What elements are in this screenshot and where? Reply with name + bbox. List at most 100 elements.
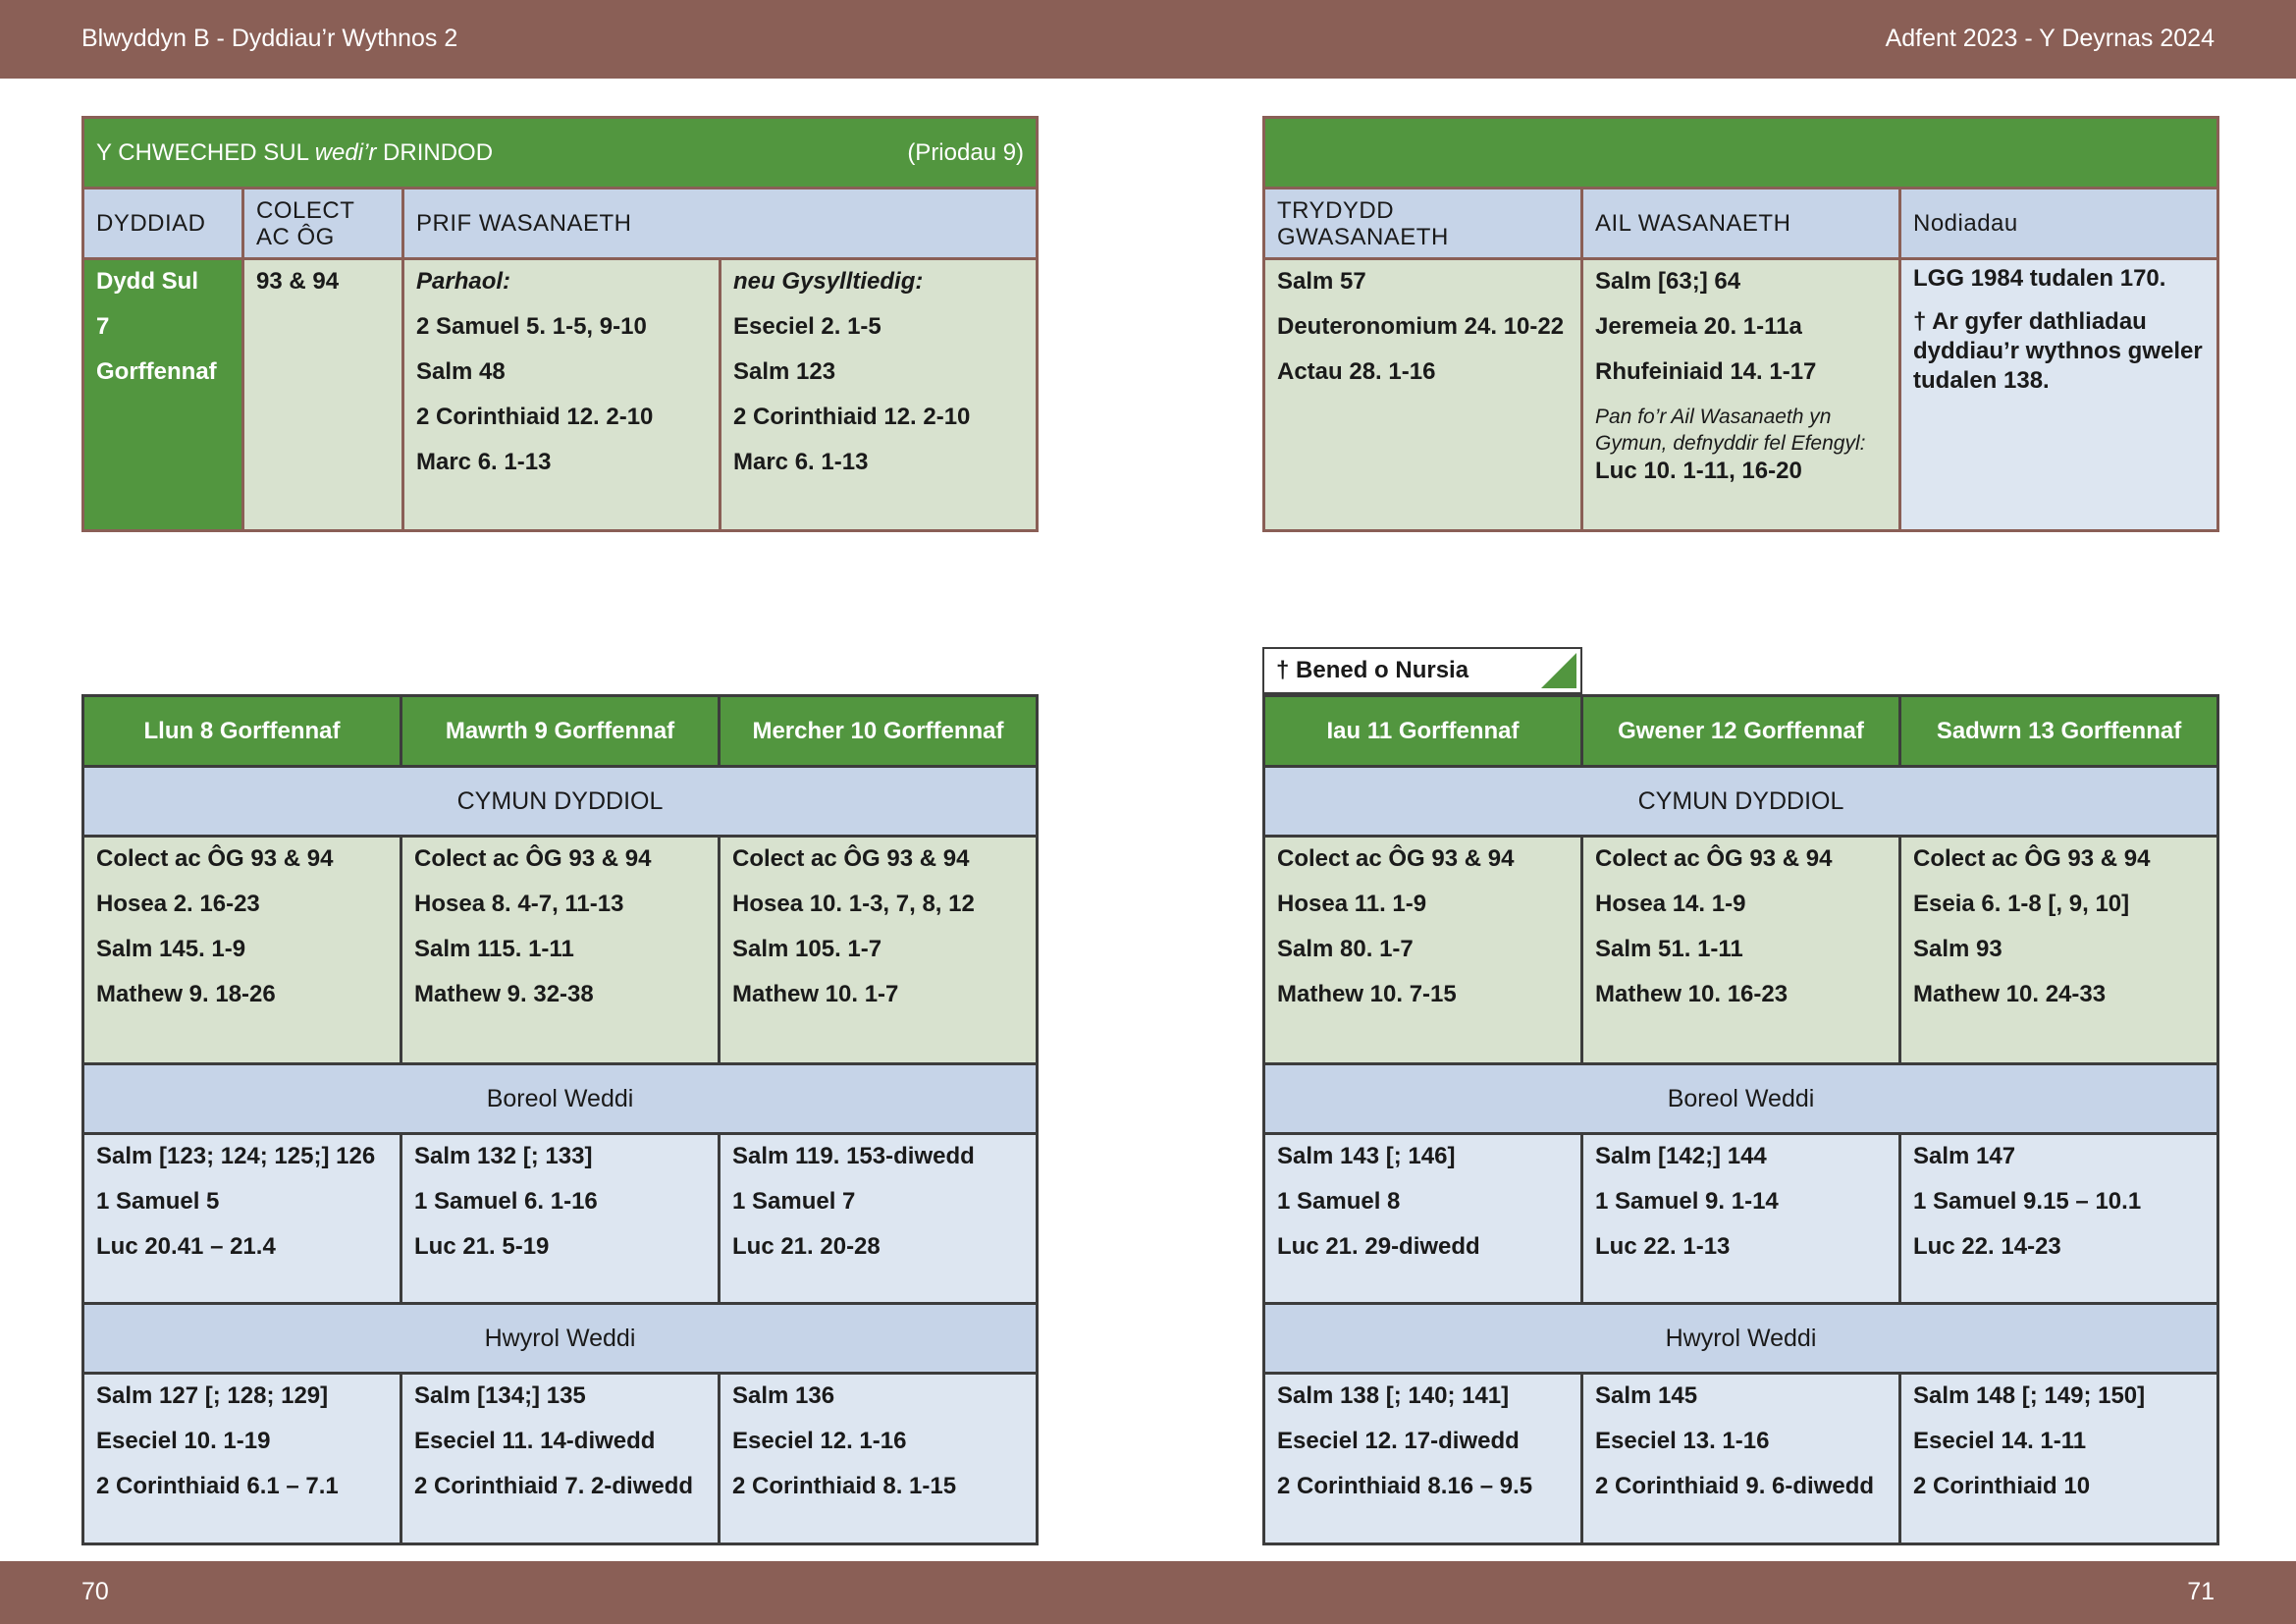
section-evening: Hwyrol Weddi xyxy=(81,1302,1039,1375)
eucharist-cell: Colect ac ÔG 93 & 94 Hosea 2. 16-23 Salm… xyxy=(81,835,402,1065)
header-second-service: AIL WASANAETH xyxy=(1580,187,1901,260)
reading: 2 Corinthiaid 9. 6-diwedd xyxy=(1595,1473,1875,1499)
reading: 1 Samuel 9. 1-14 xyxy=(1595,1188,1779,1215)
reading: Mathew 10. 16-23 xyxy=(1595,981,1789,1007)
related-readings-cell: neu Gysylltiedig: Eseciel 2. 1-5 Salm 12… xyxy=(718,257,1040,532)
day-header: Sadwrn 13 Gorffennaf xyxy=(1898,694,2219,768)
section-eucharist: CYMUN DYDDIOL xyxy=(1262,765,2219,838)
sunday-title: Y CHWECHED SUL wedi’r DRINDOD (Priodau 9… xyxy=(80,116,1040,189)
reading: Eseciel 12. 1-16 xyxy=(732,1428,907,1454)
reading: Luc 20.41 – 21.4 xyxy=(96,1233,276,1260)
reading: Luc 21. 20-28 xyxy=(732,1233,881,1260)
services-title-bar xyxy=(1262,116,2219,189)
reading: Salm 136 xyxy=(732,1382,835,1409)
reading: 2 Corinthiaid 12. 2-10 xyxy=(733,404,971,430)
sunday-table: Y CHWECHED SUL wedi’r DRINDOD (Priodau 9… xyxy=(80,116,1040,532)
reading: Salm [123; 124; 125;] 126 xyxy=(96,1143,376,1169)
sunday-title-part: DRINDOD xyxy=(376,138,494,166)
reading: Salm 105. 1-7 xyxy=(732,936,882,962)
reading: Rhufeiniaid 14. 1-17 xyxy=(1595,358,1817,385)
note: † Ar gyfer dathliadau dyddiau’r wythnos … xyxy=(1913,308,2203,394)
reading: Eseciel 11. 14-diwedd xyxy=(414,1428,656,1454)
reading: 1 Samuel 7 xyxy=(732,1188,856,1215)
reading: 2 Corinthiaid 7. 2-diwedd xyxy=(414,1473,694,1499)
reading: Hosea 14. 1-9 xyxy=(1595,891,1746,917)
section-evening: Hwyrol Weddi xyxy=(1262,1302,2219,1375)
reading: Hosea 10. 1-3, 7, 8, 12 xyxy=(732,891,975,917)
evening-cell: Salm 148 [; 149; 150] Eseciel 14. 1-11 2… xyxy=(1898,1372,2219,1545)
sunday-date-cell: Dydd Sul 7 Gorffennaf xyxy=(81,257,244,532)
day-header: Iau 11 Gorffennaf xyxy=(1262,694,1583,768)
reading: Salm 148 [; 149; 150] xyxy=(1913,1382,2146,1409)
reading: Colect ac ÔG 93 & 94 xyxy=(732,845,970,872)
reading: 1 Samuel 8 xyxy=(1277,1188,1401,1215)
reading: Hosea 11. 1-9 xyxy=(1277,891,1427,917)
section-morning: Boreol Weddi xyxy=(1262,1062,2219,1135)
reading: 2 Corinthiaid 6.1 – 7.1 xyxy=(96,1473,339,1499)
reading: Mathew 9. 32-38 xyxy=(414,981,594,1007)
reading: Mathew 9. 18-26 xyxy=(96,981,276,1007)
reading: Colect ac ÔG 93 & 94 xyxy=(1913,845,2151,872)
header-left-title: Blwyddyn B - Dyddiau’r Wythnos 2 xyxy=(81,25,458,52)
reading-label: Parhaol: xyxy=(416,268,511,295)
corner-triangle-icon xyxy=(1541,653,1576,688)
reading: Salm 80. 1-7 xyxy=(1277,936,1414,962)
page-number-right: 71 xyxy=(2187,1578,2215,1605)
weekday-table-left: Llun 8 Gorffennaf Mawrth 9 Gorffennaf Me… xyxy=(81,694,1039,1545)
note: LGG 1984 tudalen 170. xyxy=(1913,265,2166,292)
reading: Luc 21. 5-19 xyxy=(414,1233,550,1260)
reading: Salm 48 xyxy=(416,358,506,385)
reading: Salm 51. 1-11 xyxy=(1595,936,1743,962)
reading-label: neu Gysylltiedig: xyxy=(733,268,924,295)
third-service-cell: Salm 57 Deuteronomium 24. 10-22 Actau 28… xyxy=(1262,257,1583,532)
reading: 1 Samuel 9.15 – 10.1 xyxy=(1913,1188,2142,1215)
evening-cell: Salm [134;] 135 Eseciel 11. 14-diwedd 2 … xyxy=(400,1372,721,1545)
reading: 2 Samuel 5. 1-5, 9-10 xyxy=(416,313,647,340)
morning-cell: Salm 132 [; 133] 1 Samuel 6. 1-16 Luc 21… xyxy=(400,1132,721,1305)
weekday-table-right: Iau 11 Gorffennaf Gwener 12 Gorffennaf S… xyxy=(1262,694,2219,1545)
sunday-reference: (Priodau 9) xyxy=(907,138,1025,166)
reading: Salm [63;] 64 xyxy=(1595,268,1741,295)
eucharist-cell: Colect ac ÔG 93 & 94 Hosea 14. 1-9 Salm … xyxy=(1580,835,1901,1065)
page-header: Blwyddyn B - Dyddiau’r Wythnos 2 Adfent … xyxy=(0,0,2296,79)
reading: Salm 145. 1-9 xyxy=(96,936,246,962)
services-table: TRYDYDD GWASANAETH AIL WASANAETH Nodiada… xyxy=(1262,116,2219,532)
evening-cell: Salm 127 [; 128; 129] Eseciel 10. 1-19 2… xyxy=(81,1372,402,1545)
reading: Salm [142;] 144 xyxy=(1595,1143,1767,1169)
reading: Colect ac ÔG 93 & 94 xyxy=(1595,845,1833,872)
eucharist-cell: Colect ac ÔG 93 & 94 Hosea 10. 1-3, 7, 8… xyxy=(718,835,1039,1065)
header-main-service: PRIF WASANAETH xyxy=(400,187,1040,260)
reading: Salm 127 [; 128; 129] xyxy=(96,1382,329,1409)
evening-cell: Salm 136 Eseciel 12. 1-16 2 Corinthiaid … xyxy=(718,1372,1039,1545)
page-number-left: 70 xyxy=(81,1578,109,1605)
commemoration-label: † Bened o Nursia xyxy=(1276,657,1469,683)
reading: Eseciel 12. 17-diwedd xyxy=(1277,1428,1520,1454)
day-header: Mawrth 9 Gorffennaf xyxy=(400,694,721,768)
section-eucharist: CYMUN DYDDIOL xyxy=(81,765,1039,838)
reading: Salm 147 xyxy=(1913,1143,2016,1169)
sunday-collect-cell: 93 & 94 xyxy=(241,257,404,532)
reading: Eseia 6. 1-8 [, 9, 10] xyxy=(1913,891,2130,917)
eucharist-cell: Colect ac ÔG 93 & 94 Hosea 8. 4-7, 11-13… xyxy=(400,835,721,1065)
day-header: Mercher 10 Gorffennaf xyxy=(718,694,1039,768)
reading: 2 Corinthiaid 8. 1-15 xyxy=(732,1473,957,1499)
reading: 1 Samuel 5 xyxy=(96,1188,220,1215)
reading: Hosea 8. 4-7, 11-13 xyxy=(414,891,624,917)
morning-cell: Salm 143 [; 146] 1 Samuel 8 Luc 21. 29-d… xyxy=(1262,1132,1583,1305)
page-footer: 70 71 xyxy=(0,1561,2296,1624)
morning-cell: Salm [123; 124; 125;] 126 1 Samuel 5 Luc… xyxy=(81,1132,402,1305)
date-line: Gorffennaf xyxy=(96,358,217,385)
sunday-title-part: Y CHWECHED SUL xyxy=(96,138,315,166)
header-date: DYDDIAD xyxy=(81,187,244,260)
reading: 2 Corinthiaid 12. 2-10 xyxy=(416,404,654,430)
reading: Luc 22. 14-23 xyxy=(1913,1233,2061,1260)
notes-cell: LGG 1984 tudalen 170. † Ar gyfer dathlia… xyxy=(1898,257,2219,532)
reading: Luc 21. 29-diwedd xyxy=(1277,1233,1480,1260)
second-service-gospel: Luc 10. 1-11, 16-20 xyxy=(1595,458,1802,484)
reading: Salm 119. 153-diwedd xyxy=(732,1143,975,1169)
continuous-readings-cell: Parhaol: 2 Samuel 5. 1-5, 9-10 Salm 48 2… xyxy=(401,257,721,532)
reading: Salm 143 [; 146] xyxy=(1277,1143,1456,1169)
evening-cell: Salm 145 Eseciel 13. 1-16 2 Corinthiaid … xyxy=(1580,1372,1901,1545)
header-right-title: Adfent 2023 - Y Deyrnas 2024 xyxy=(1885,25,2215,52)
reading: Jeremeia 20. 1-11a xyxy=(1595,313,1802,340)
